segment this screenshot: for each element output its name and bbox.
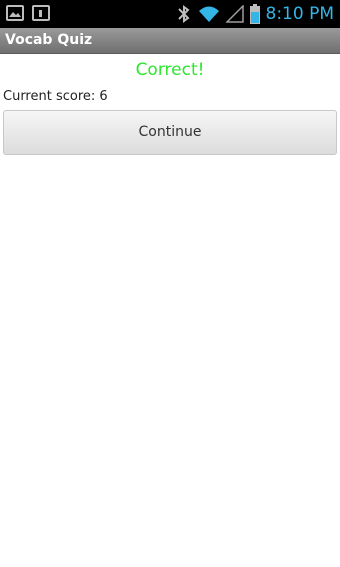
bluetooth-icon bbox=[177, 5, 190, 23]
title-bar: Vocab Quiz bbox=[0, 28, 340, 54]
notification-icons bbox=[6, 5, 50, 21]
calendar-notification-icon[interactable] bbox=[32, 5, 50, 21]
battery-icon bbox=[249, 4, 260, 24]
continue-button[interactable]: Continue bbox=[3, 110, 337, 155]
gallery-notification-icon[interactable] bbox=[6, 5, 24, 21]
wifi-icon bbox=[198, 6, 219, 22]
result-message: Correct! bbox=[135, 60, 205, 80]
score-label: Current score: 6 bbox=[3, 89, 108, 104]
status-bar: 8:10 PM bbox=[0, 0, 340, 28]
system-indicators: 8:10 PM bbox=[176, 3, 335, 25]
signal-icon bbox=[225, 5, 244, 23]
status-time: 8:10 PM bbox=[265, 4, 335, 24]
app-title: Vocab Quiz bbox=[5, 32, 93, 48]
